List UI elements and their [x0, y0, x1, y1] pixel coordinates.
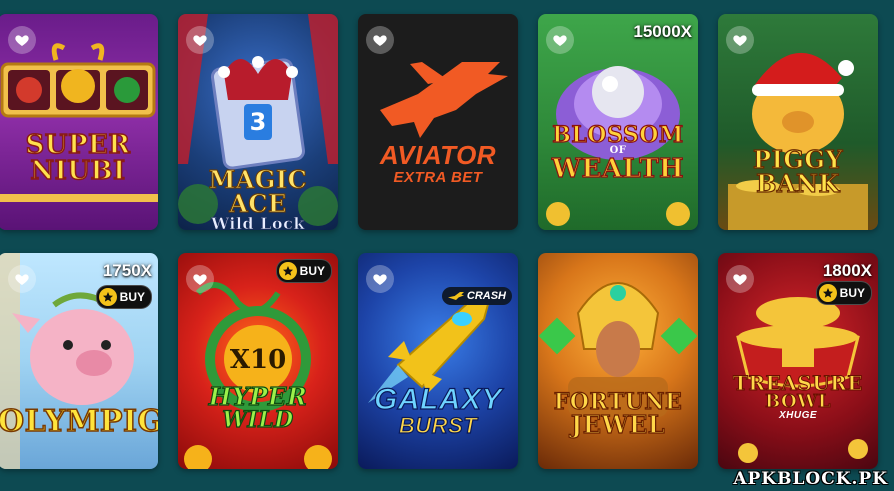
plane-icon: [447, 292, 464, 300]
game-title-line1: AVIATOR: [379, 140, 497, 170]
heart-icon: [733, 35, 747, 46]
game-title-line2: EXTRA BET: [393, 169, 483, 186]
multiplier-label: 1750X: [102, 261, 152, 280]
game-title-line1: TREASURE: [732, 371, 863, 395]
watermark-logo: APKBLOCK.PK: [733, 469, 888, 489]
game-tile-galaxy-burst[interactable]: CRASH GALAXY BURST: [358, 253, 518, 469]
crash-badge: CRASH: [441, 287, 512, 305]
game-title-line2: BURST: [398, 413, 478, 438]
star-icon: [98, 288, 117, 306]
game-title: FORTUNE JEWEL: [538, 390, 698, 439]
favorite-button[interactable]: [726, 26, 754, 54]
game-title: GALAXY BURST: [358, 383, 518, 438]
game-title-line1: BLOSSOM: [552, 122, 684, 148]
game-title: BLOSSOM OF WEALTH: [538, 122, 698, 184]
heart-icon: [373, 274, 387, 285]
heart-icon: [15, 274, 29, 285]
favorite-button[interactable]: [366, 26, 394, 54]
favorite-button[interactable]: [546, 26, 574, 54]
heart-icon: [733, 274, 747, 285]
favorite-button[interactable]: [726, 265, 754, 293]
game-tile-aviator[interactable]: AVIATOR EXTRA BET: [358, 14, 518, 230]
game-title-line2: JEWEL: [570, 410, 666, 439]
game-title-line2: WILD: [222, 407, 294, 433]
game-tile-fortune-jewel[interactable]: FORTUNE JEWEL: [538, 253, 698, 469]
crash-label: CRASH: [466, 290, 506, 302]
x10-label: X10: [229, 345, 287, 375]
buy-badge: BUY: [275, 259, 332, 283]
buy-badge: BUY: [95, 285, 152, 309]
game-title-line1: PIGGY BANK: [752, 145, 843, 198]
buy-label: BUY: [299, 264, 325, 278]
game-tile-magic-ace[interactable]: 3 MAGIC ACE Wild Lock: [178, 14, 338, 230]
game-tile-piggy-bank[interactable]: PIGGY BANK: [718, 14, 878, 230]
star-icon: [818, 284, 837, 302]
game-title: PIGGY BANK: [718, 145, 878, 198]
favorite-button[interactable]: [8, 265, 36, 293]
game-tile-super-niubi[interactable]: SUPER NIUBI: [0, 14, 158, 230]
game-title: MAGIC ACE Wild Lock: [178, 165, 338, 230]
heart-icon: [15, 35, 29, 46]
game-title-line1: SUPER: [25, 130, 131, 160]
game-title: OLYMPIG: [0, 404, 158, 439]
game-title-line1: MAGIC ACE: [208, 165, 308, 218]
favorite-button[interactable]: [186, 265, 214, 293]
game-title: TREASURE BOWL XHUGE: [718, 373, 878, 421]
heart-icon: [553, 35, 567, 46]
heart-icon: [373, 35, 387, 46]
favorite-button[interactable]: [366, 265, 394, 293]
game-title-small: XHUGE: [778, 410, 818, 421]
favorite-button[interactable]: [8, 26, 36, 54]
game-title: AVIATOR EXTRA BET: [358, 142, 518, 185]
heart-icon: [193, 35, 207, 46]
game-title-line2: BOWL: [764, 391, 832, 412]
favorite-button[interactable]: [186, 26, 214, 54]
buy-label: BUY: [119, 290, 145, 304]
buy-badge: BUY: [815, 281, 872, 305]
multiplier-label: 1800X: [822, 261, 872, 280]
game-title-line2: NIUBI: [30, 156, 126, 186]
card-number: 3: [249, 108, 267, 136]
game-title-line2: WEALTH: [551, 154, 685, 184]
game-grid: SUPER NIUBI 3 MAGIC ACE Wild Lock AVIATO…: [0, 0, 894, 491]
game-title: HYPER WILD: [178, 382, 338, 433]
game-title-line1: OLYMPIG: [0, 404, 158, 439]
heart-icon: [193, 274, 207, 285]
game-title: SUPER NIUBI: [0, 130, 158, 186]
star-icon: [278, 262, 297, 280]
game-tile-treasure-bowl[interactable]: 1800X BUY TREASURE BOWL XHUGE: [718, 253, 878, 469]
game-title-line1: GALAXY: [373, 383, 502, 416]
game-tile-olympig[interactable]: 1750X BUY OLYMPIG: [0, 253, 158, 469]
buy-label: BUY: [839, 286, 865, 300]
game-tile-hyper-wild[interactable]: X10 BUY HYPER WILD: [178, 253, 338, 469]
game-title-line1: HYPER: [208, 382, 308, 411]
multiplier-label: 15000X: [633, 22, 692, 41]
game-tile-blossom-of-wealth[interactable]: 15000X BLOSSOM OF WEALTH: [538, 14, 698, 230]
game-title-line2: Wild Lock: [211, 214, 305, 230]
